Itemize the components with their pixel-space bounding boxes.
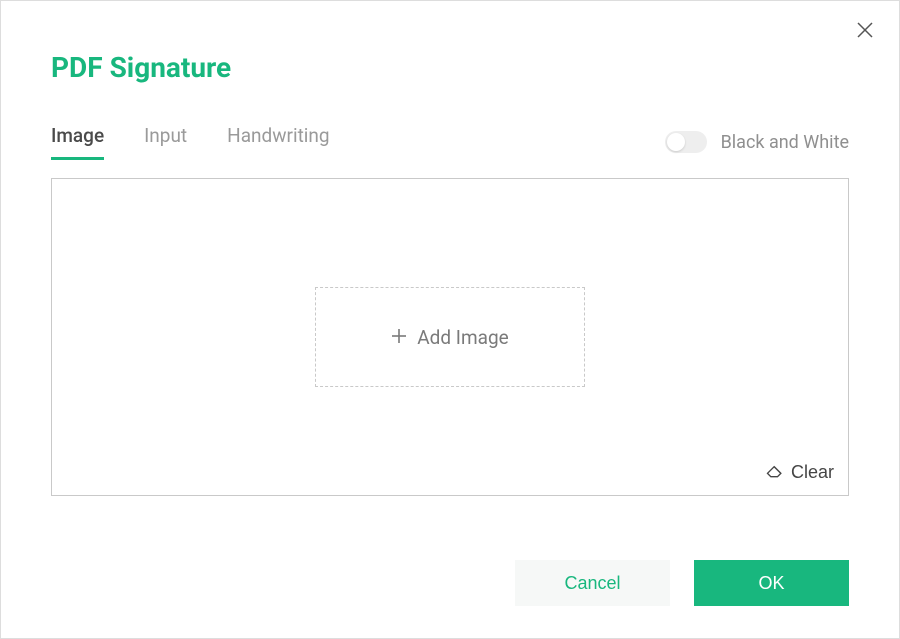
ok-label: OK — [758, 573, 784, 594]
cancel-button[interactable]: Cancel — [515, 560, 670, 606]
add-image-label: Add Image — [417, 326, 508, 349]
bw-toggle-group: Black and White — [665, 131, 849, 153]
dialog-footer: Cancel OK — [515, 560, 849, 606]
cancel-label: Cancel — [564, 573, 620, 594]
bw-toggle[interactable] — [665, 131, 707, 153]
clear-label: Clear — [791, 462, 834, 483]
bw-label: Black and White — [721, 132, 849, 153]
tab-label: Handwriting — [227, 124, 329, 147]
toggle-knob — [667, 133, 685, 151]
signature-canvas: Add Image Clear — [51, 178, 849, 496]
tabs: Image Input Handwriting — [51, 124, 330, 160]
ok-button[interactable]: OK — [694, 560, 849, 606]
pdf-signature-dialog: PDF Signature Image Input Handwriting Bl… — [0, 0, 900, 639]
close-icon — [856, 24, 874, 43]
tab-handwriting[interactable]: Handwriting — [227, 124, 329, 160]
clear-button[interactable]: Clear — [765, 460, 834, 485]
close-button[interactable] — [856, 21, 874, 43]
tab-image[interactable]: Image — [51, 124, 104, 160]
tab-row: Image Input Handwriting Black and White — [1, 84, 899, 160]
dialog-title: PDF Signature — [1, 1, 899, 84]
eraser-icon — [765, 460, 785, 485]
tab-label: Input — [144, 124, 187, 147]
tab-input[interactable]: Input — [144, 124, 187, 160]
tab-label: Image — [51, 124, 104, 147]
add-image-button[interactable]: Add Image — [315, 287, 585, 387]
plus-icon — [391, 326, 407, 349]
